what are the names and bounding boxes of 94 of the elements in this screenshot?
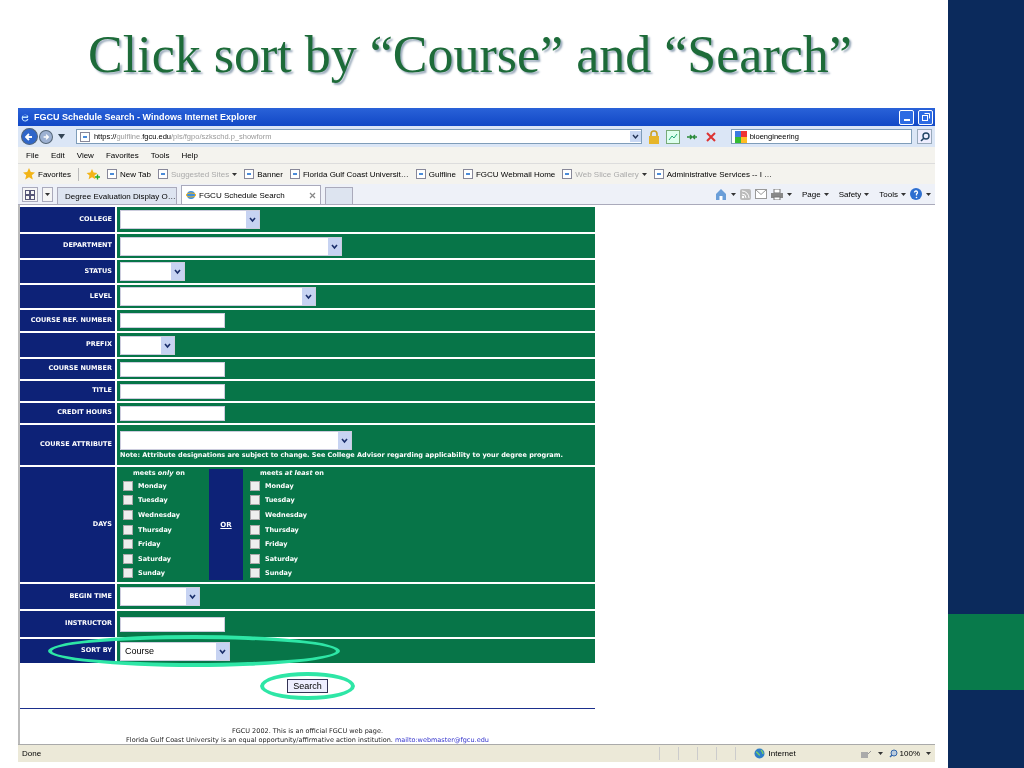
checkbox[interactable] [123,524,133,535]
minimize-button[interactable] [899,109,914,125]
globe-icon [753,748,765,759]
favorites-link[interactable]: Gulfline [415,169,456,179]
dropdown[interactable]: Course [120,641,230,661]
text-field[interactable] [120,405,225,421]
favorites-link[interactable]: FGCU Webmail Home [462,169,556,179]
checkbox[interactable] [123,568,133,579]
forward-button[interactable] [38,129,53,144]
command-menu[interactable]: Tools [879,189,906,199]
caret-icon [823,192,829,196]
command-menu[interactable]: Safety [838,189,870,199]
help-icon[interactable] [910,188,922,200]
caret-icon [57,134,65,139]
search-button[interactable]: Search [287,678,328,693]
star-icon [23,168,35,180]
checkbox[interactable] [123,510,133,520]
page-icon [289,169,300,179]
command-menu[interactable]: Page [801,189,829,199]
menu-item[interactable]: View [76,150,94,160]
menu-item[interactable]: Tools [150,150,170,160]
text-field[interactable] [120,313,225,328]
page-icon [653,169,664,179]
dropdown-arrow-icon [629,131,641,142]
menu-item[interactable]: File [26,150,39,160]
page-icon [462,169,473,179]
tab-list-button[interactable] [42,187,53,202]
e-logo-icon [186,190,196,200]
caret-icon [730,192,736,196]
menu-item[interactable]: Favorites [105,150,139,160]
favorites-link[interactable]: Administrative Services -- I … [653,169,773,179]
dropdown[interactable] [120,430,352,450]
caret-icon [232,172,238,176]
favorites-link[interactable]: Florida Gulf Coast Universit… [289,169,409,179]
caret-icon [926,192,931,196]
quick-tabs-button[interactable] [22,187,38,202]
magnifier-icon [888,749,898,758]
caret-icon [926,752,931,755]
menu-item[interactable]: Help [181,150,198,160]
browser-tab[interactable]: Degree Evaluation Display O… [57,187,177,204]
caret-icon [641,172,647,176]
search-provider-icon [734,130,747,143]
checkbox[interactable] [123,553,133,564]
forward-arrow-icon [41,132,50,141]
page-icon [415,169,426,179]
home-icon[interactable] [714,188,727,200]
checkbox[interactable] [250,553,260,564]
text-field[interactable] [120,616,225,632]
checkbox[interactable] [123,495,133,506]
checkbox[interactable] [250,480,260,491]
restore-icon [921,113,930,121]
printer-icon[interactable] [770,188,783,200]
zoom-control[interactable]: 100% [888,749,920,758]
page-icon [244,169,255,179]
checkbox[interactable] [250,510,260,520]
stop-icon [703,129,718,144]
mail-icon[interactable] [754,189,767,199]
close-icon[interactable] [309,191,316,199]
browser-tab[interactable]: FGCU Schedule Search [181,185,321,204]
dropdown[interactable] [120,236,342,256]
checkbox[interactable] [123,480,133,491]
page-icon [106,169,117,179]
e-logo-icon [20,112,30,122]
checkbox[interactable] [250,568,260,579]
back-button[interactable] [21,128,38,145]
security-zone: Internet [753,748,854,759]
window-title: FGCU Schedule Search - Windows Internet Explorer [34,112,257,122]
checkbox[interactable] [123,539,133,550]
text-field[interactable] [120,383,225,399]
favorites-link[interactable]: New Tab [106,169,151,179]
caret-icon [901,192,906,196]
page-icon [79,131,90,142]
status-text: Done [22,749,42,758]
lock-icon [646,129,661,144]
checkbox[interactable] [250,524,260,535]
caret-icon [45,193,50,196]
slide-title: Click sort by “Course” and “Search” [88,24,853,84]
caret-icon [877,752,883,755]
search-icon [919,131,930,142]
menu-item[interactable]: Edit [50,150,65,160]
favorites-link[interactable]: Banner [244,169,283,179]
caret-icon [864,192,870,196]
back-arrow-icon [24,131,35,142]
checkbox[interactable] [250,539,260,550]
page-icon [157,169,168,179]
dropdown[interactable] [120,335,175,355]
restore-button[interactable] [918,109,933,125]
checkbox[interactable] [250,495,260,506]
favorites-button[interactable]: Favorites [23,168,71,180]
search-button[interactable] [917,129,932,144]
grid-icon [25,189,35,200]
text-field[interactable] [120,361,225,377]
page-icon [562,169,573,179]
caret-icon [786,192,792,196]
